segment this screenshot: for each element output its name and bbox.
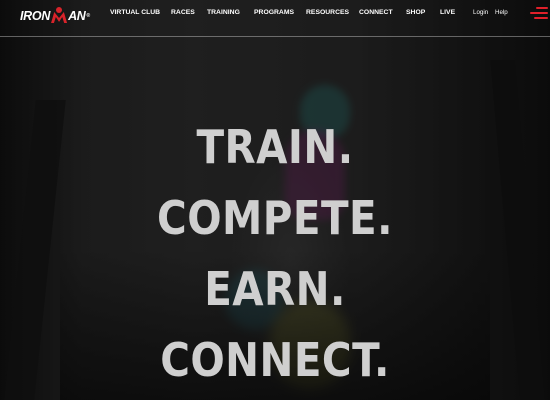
nav-item-connect[interactable]: CONNECT: [359, 9, 393, 16]
trademark-symbol: ®: [86, 13, 91, 19]
nav-item-training[interactable]: TRAINING: [207, 9, 240, 16]
nav-item-programs[interactable]: PROGRAMS: [254, 9, 294, 16]
ironman-m-dot-icon: [51, 7, 68, 25]
hero-line-compete: COMPETE.: [157, 191, 393, 245]
hero-line-connect: CONNECT.: [160, 333, 390, 387]
nav-item-resources[interactable]: RESOURCES: [306, 9, 349, 16]
logo-text-an: AN: [68, 9, 86, 23]
top-navbar: IRON AN ® VIRTUAL CLUB RACES TRAINING PR…: [0, 0, 550, 37]
nav-item-live[interactable]: LIVE: [440, 9, 455, 16]
login-link[interactable]: Login: [473, 0, 488, 24]
logo-text-iron: IRON: [20, 9, 51, 23]
hamburger-menu-icon[interactable]: [528, 6, 548, 20]
nav-item-virtual-club[interactable]: VIRTUAL CLUB: [110, 9, 160, 16]
nav-item-shop[interactable]: SHOP: [406, 9, 425, 16]
help-link[interactable]: Help: [495, 0, 508, 24]
ironman-logo[interactable]: IRON AN ®: [20, 7, 90, 25]
hero-section: TRAIN. COMPETE. EARN. CONNECT.: [0, 0, 550, 400]
hero-line-train: TRAIN.: [196, 120, 354, 174]
nav-item-races[interactable]: RACES: [171, 9, 195, 16]
hero-line-earn: EARN.: [204, 262, 346, 316]
